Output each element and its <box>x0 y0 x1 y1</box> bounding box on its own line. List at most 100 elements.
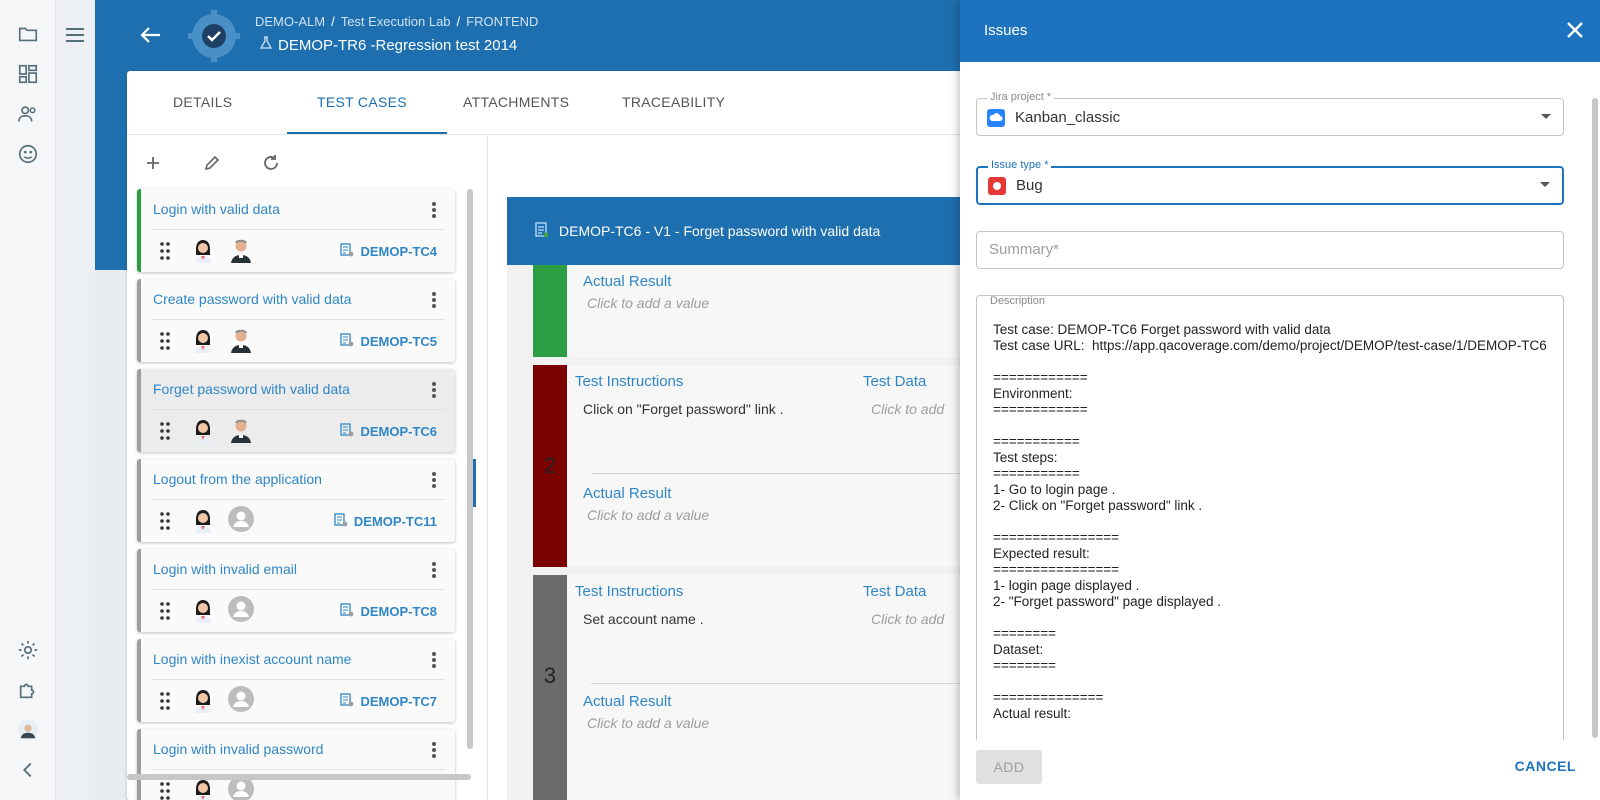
description-field[interactable]: Description Test case: DEMOP-TC6 Forget … <box>976 295 1564 740</box>
edit-pencil-icon[interactable] <box>202 153 222 173</box>
add-icon[interactable] <box>143 153 163 173</box>
card-divider <box>151 589 445 590</box>
drag-handle-icon[interactable] <box>159 331 171 351</box>
test-case-name[interactable]: Login with invalid password <box>153 741 323 757</box>
more-options-icon[interactable] <box>431 291 437 309</box>
tab-details[interactable]: DETAILS <box>173 94 232 110</box>
dropdown-arrow-icon[interactable] <box>1541 114 1551 119</box>
test-case-name[interactable]: Login with valid data <box>153 201 280 217</box>
test-case-doc-icon <box>340 423 354 440</box>
jira-cloud-icon <box>987 109 1005 127</box>
test-case-card[interactable]: Create password with valid data DEMOP-TC5 <box>137 279 455 362</box>
jira-project-select[interactable]: Jira project * Kanban_classic <box>976 91 1564 136</box>
drag-handle-icon[interactable] <box>159 241 171 261</box>
back-arrow-icon[interactable] <box>138 22 164 48</box>
test-case-id-badge[interactable]: DEMOP-TC4 <box>340 243 437 260</box>
tab-traceability[interactable]: TRACEABILITY <box>622 94 725 110</box>
drawer-scrollbar[interactable] <box>1592 98 1598 738</box>
test-case-id-badge[interactable]: DEMOP-TC11 <box>334 513 437 530</box>
drag-handle-icon[interactable] <box>159 601 171 621</box>
drag-handle-icon[interactable] <box>159 781 171 800</box>
card-divider <box>151 319 445 320</box>
test-case-card[interactable]: Login with invalid password <box>137 729 455 800</box>
actual-result-field[interactable]: Click to add a value <box>587 507 709 523</box>
test-case-doc-icon <box>334 513 348 530</box>
issue-type-select[interactable]: Issue type * Bug <box>976 159 1564 205</box>
test-instructions-label: Test Instructions <box>575 373 684 390</box>
more-options-icon[interactable] <box>431 741 437 759</box>
step-number: 2 <box>543 453 557 478</box>
test-data-label: Test Data <box>863 583 927 600</box>
test-run-logo-icon <box>188 10 240 62</box>
flask-icon <box>259 36 273 54</box>
test-steps-panel: Actual Result Click to add a value 2 Tes… <box>507 265 967 800</box>
description-textarea[interactable]: Test case: DEMOP-TC6 Forget password wit… <box>993 322 1553 722</box>
more-options-icon[interactable] <box>431 651 437 669</box>
test-case-name[interactable]: Logout from the application <box>153 471 322 487</box>
test-case-name[interactable]: Login with inexist account name <box>153 651 351 667</box>
add-button[interactable]: ADD <box>976 750 1042 784</box>
more-options-icon[interactable] <box>431 471 437 489</box>
card-divider <box>151 769 445 770</box>
test-case-doc-icon <box>340 333 354 350</box>
author-avatar <box>189 325 217 353</box>
test-case-card[interactable]: Login with inexist account name DEMOP-TC7 <box>137 639 455 722</box>
assignee-avatar <box>227 595 255 623</box>
puzzle-icon[interactable] <box>16 678 40 702</box>
users-icon[interactable] <box>16 102 40 126</box>
drag-handle-icon[interactable] <box>159 691 171 711</box>
tab-test-cases[interactable]: TEST CASES <box>317 94 407 110</box>
test-case-name[interactable]: Login with invalid email <box>153 561 297 577</box>
test-case-id-badge[interactable]: DEMOP-TC7 <box>340 693 437 710</box>
test-case-id-badge[interactable]: DEMOP-TC5 <box>340 333 437 350</box>
collapse-chevron-icon[interactable] <box>16 758 40 782</box>
test-case-card[interactable]: Login with valid data DEMOP-TC4 <box>137 189 455 272</box>
dashboard-icon[interactable] <box>16 62 40 86</box>
test-case-id-badge[interactable]: DEMOP-TC8 <box>340 603 437 620</box>
step-instruction[interactable]: Click on "Forget password" link . <box>583 401 784 417</box>
step-status-untested[interactable]: 3 <box>533 575 567 800</box>
actual-result-field[interactable]: Click to add a value <box>587 295 709 311</box>
refresh-icon[interactable] <box>261 153 281 173</box>
step-status-fail[interactable]: 2 <box>533 365 567 567</box>
card-divider <box>151 499 445 500</box>
step-instruction[interactable]: Set account name . <box>583 611 704 627</box>
test-case-detail-header: DEMOP-TC6 - V1 - Forget password with va… <box>507 197 967 265</box>
breadcrumb-folder[interactable]: FRONTEND <box>466 14 538 29</box>
drag-handle-icon[interactable] <box>159 511 171 531</box>
actual-result-field[interactable]: Click to add a value <box>587 715 709 731</box>
test-case-id-badge[interactable]: DEMOP-TC6 <box>340 423 437 440</box>
author-avatar <box>189 685 217 713</box>
drawer-title: Issues <box>984 22 1028 39</box>
more-options-icon[interactable] <box>431 561 437 579</box>
splitter-handle[interactable] <box>473 459 476 507</box>
cancel-button[interactable]: CANCEL <box>1515 758 1576 774</box>
breadcrumb-project[interactable]: DEMO-ALM <box>255 14 325 29</box>
settings-gear-icon[interactable] <box>16 638 40 662</box>
tab-attachments[interactable]: ATTACHMENTS <box>463 94 569 110</box>
test-case-name[interactable]: Forget password with valid data <box>153 381 350 397</box>
actual-result-label: Actual Result <box>583 693 672 710</box>
folder-icon[interactable] <box>16 22 40 46</box>
user-avatar[interactable] <box>16 718 40 742</box>
list-horizontal-scrollbar[interactable] <box>127 774 471 780</box>
test-data-field[interactable]: Click to add <box>871 611 944 627</box>
test-case-name[interactable]: Create password with valid data <box>153 291 351 307</box>
drag-handle-icon[interactable] <box>159 421 171 441</box>
summary-field[interactable] <box>976 231 1564 269</box>
menu-icon[interactable] <box>64 24 86 46</box>
test-data-field[interactable]: Click to add <box>871 401 944 417</box>
more-options-icon[interactable] <box>431 201 437 219</box>
dropdown-arrow-icon[interactable] <box>1540 182 1550 187</box>
more-options-icon[interactable] <box>431 381 437 399</box>
breadcrumb-lab[interactable]: Test Execution Lab <box>341 14 451 29</box>
test-case-list: Login with valid data DEMOP-TC4 Create pas… <box>137 189 457 800</box>
test-case-card[interactable]: Logout from the application DEMOP-TC11 <box>137 459 455 542</box>
test-case-id: DEMOP-TC4 <box>360 244 437 259</box>
test-case-card[interactable]: Login with invalid email DEMOP-TC8 <box>137 549 455 632</box>
summary-input[interactable] <box>989 241 1549 258</box>
test-case-card[interactable]: Forget password with valid data DEMOP-TC6 <box>137 369 455 452</box>
close-icon[interactable] <box>1564 19 1586 41</box>
support-icon[interactable] <box>16 142 40 166</box>
step-status-pass[interactable] <box>533 265 567 357</box>
